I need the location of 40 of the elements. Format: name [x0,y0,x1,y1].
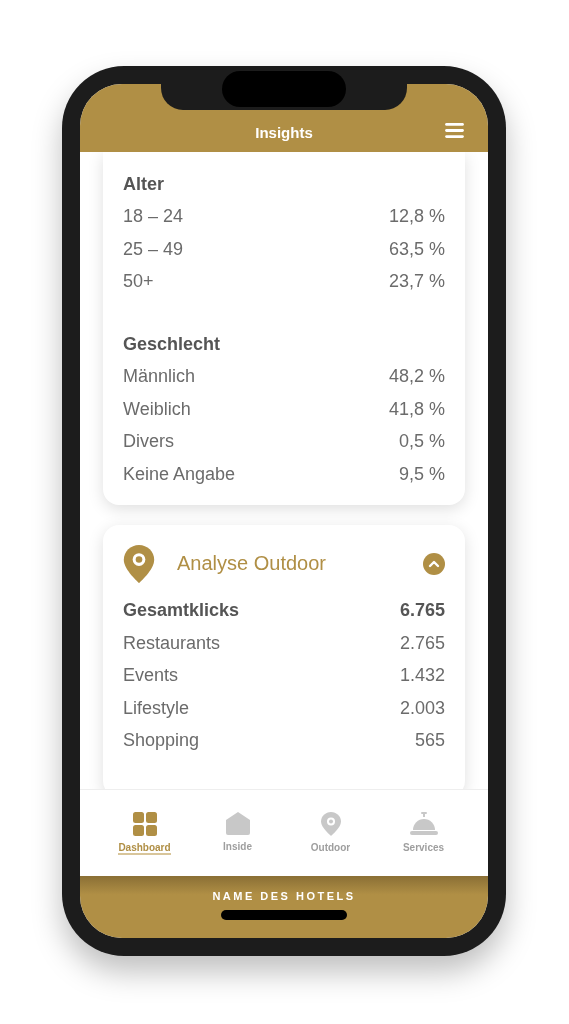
section-heading: Geschlecht [123,333,221,355]
row-value: 2.003 [399,697,445,719]
section-heading: Alter [123,173,164,195]
grid-icon [132,811,157,836]
house-icon [225,812,250,835]
row-label: Restaurants [123,632,221,654]
row-label: Keine Angabe [123,463,236,485]
hotel-name: NAME DES HOTELS [212,890,356,902]
row-value: 565 [414,730,445,752]
row-value: 48,2 % [388,366,445,388]
row-value: 12,8 % [388,206,445,228]
menu-icon[interactable] [445,123,464,138]
row-value: 63,5 % [388,238,445,260]
row-value: 41,8 % [388,398,445,420]
row-value: 0,5 % [398,431,445,453]
row-label: Lifestyle [123,697,190,719]
row-label: Divers [123,431,174,453]
nav-tab[interactable]: Services [383,811,464,855]
row-label: 25 – 49 [123,238,184,260]
pin-icon [123,544,155,583]
row-value: 23,7 % [388,271,445,293]
row-label: Weiblich [123,398,191,420]
row-label: 50+ [123,271,154,293]
card-title: Analyse Outdoor [177,552,327,575]
row-label: Männlich [123,366,196,388]
row-value: 9,5 % [398,463,445,485]
collapse-toggle-icon[interactable] [423,552,445,575]
bell-icon [409,811,438,836]
row-label: Gesamtklicks [123,600,240,622]
row-value: 6.765 [399,600,445,622]
row-value: 1.432 [399,665,445,687]
row-value: 2.765 [399,632,445,654]
pin-icon [320,811,341,836]
nav-tab[interactable]: Outdoor [290,811,371,855]
row-label: 18 – 24 [123,206,184,228]
row-label: Shopping [123,730,200,752]
nav-tab[interactable]: Dashboard [104,811,185,855]
screen-title: Insights [255,124,313,141]
row-label: Events [123,665,179,687]
nav-tab[interactable]: Inside [197,812,278,854]
